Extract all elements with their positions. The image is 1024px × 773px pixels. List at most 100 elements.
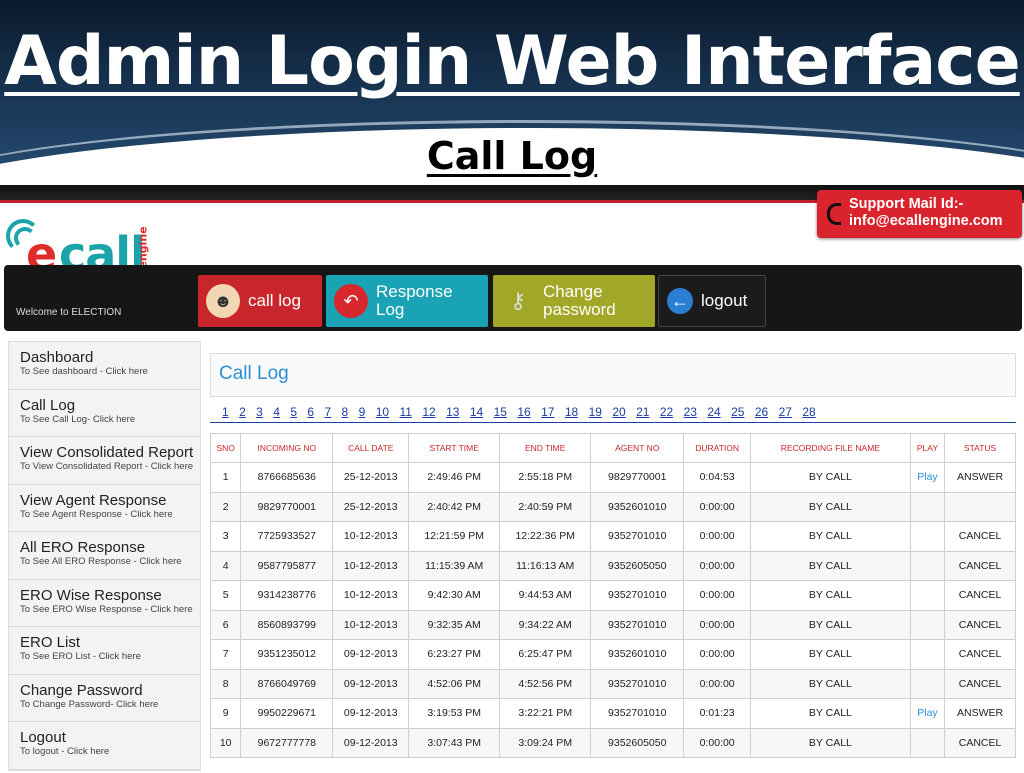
col-call-date-cell: 25-12-2013 — [332, 462, 410, 493]
sidebar-item-subtitle: To Change Password- Click here — [20, 698, 159, 710]
col-end-time-cell: 9:34:22 AM — [499, 609, 592, 640]
col-incoming-no-cell: 9314238776 — [240, 580, 334, 611]
table-row: 10 9672777778 09-12-2013 3:07:43 PM 3:09:24 … — [209, 727, 1016, 758]
col-start-time-cell: 2:49:46 PM — [408, 462, 501, 493]
col-sno-cell: 6 — [209, 609, 242, 640]
support-label: Support Mail Id:- — [849, 196, 964, 212]
logout-button[interactable]: ← logout — [658, 275, 766, 327]
col-end-time-cell: 12:22:36 PM — [499, 521, 592, 552]
col-call-date-cell: 10-12-2013 — [332, 550, 410, 581]
page-link[interactable]: 10 — [376, 405, 389, 422]
col-agent-no-cell: 9352701010 — [590, 580, 685, 611]
col-recording-file-name-cell: BY CALL — [749, 609, 911, 640]
page-link[interactable]: 22 — [660, 405, 673, 422]
page-link[interactable]: 24 — [707, 405, 720, 422]
change-password-button[interactable]: ⚷ Change password — [493, 275, 655, 327]
sidebar-item-call-log[interactable]: Call Log To See Call Log- Click here — [9, 390, 200, 437]
col-status-cell: CANCEL — [944, 668, 1016, 699]
col-call-date-cell: 10-12-2013 — [332, 609, 410, 640]
sidebar-item-dashboard[interactable]: Dashboard To See dashboard - Click here — [9, 342, 200, 390]
call-log-button[interactable]: ☻ call log — [198, 275, 322, 327]
page-link[interactable]: 12 — [422, 405, 435, 422]
call-log-table: SNO INCOMING NO CALL DATE START TIME END TIM… — [209, 433, 1016, 758]
page-link[interactable]: 28 — [802, 405, 815, 422]
col-agent-no-cell: 9352701010 — [590, 609, 685, 640]
sidebar-item-title: View Consolidated Report — [20, 444, 194, 461]
sidebar-item-agent-response[interactable]: View Agent Response To See Agent Respons… — [9, 485, 200, 532]
col-play-cell — [909, 491, 946, 522]
page-link[interactable]: 15 — [494, 405, 507, 422]
page-link[interactable]: 19 — [589, 405, 602, 422]
col-recording-file-name-cell: BY CALL — [749, 550, 911, 581]
col-call-date-cell: 09-12-2013 — [332, 698, 410, 729]
col-duration-cell: 0:00:00 — [683, 727, 751, 758]
col-agent-no-header: AGENT NO — [590, 433, 685, 463]
page-link[interactable]: 11 — [399, 405, 411, 422]
page-link[interactable]: 20 — [612, 405, 625, 422]
sidebar-item-subtitle: To See Agent Response - Click here — [20, 508, 173, 520]
page-link[interactable]: 7 — [324, 405, 331, 422]
logo-engine: engine — [136, 226, 150, 269]
col-sno-header: SNO — [209, 433, 242, 463]
sidebar-item-subtitle: To See ERO Wise Response - Click here — [20, 603, 193, 615]
page-link[interactable]: 13 — [446, 405, 459, 422]
sidebar-item-subtitle: To logout - Click here — [20, 746, 110, 757]
sidebar-item-all-ero-response[interactable]: All ERO Response To See All ERO Response… — [9, 532, 200, 580]
col-start-time-cell: 4:52:06 PM — [408, 668, 501, 699]
col-start-time-cell: 11:15:39 AM — [408, 550, 501, 581]
col-status-cell: ANSWER — [944, 462, 1016, 493]
page-link[interactable]: 3 — [256, 405, 263, 422]
play-link[interactable]: Play — [909, 698, 946, 729]
page-link[interactable]: 6 — [307, 405, 314, 422]
page-link[interactable]: 26 — [755, 405, 768, 422]
col-start-time-cell: 2:40:42 PM — [408, 491, 501, 522]
page-link[interactable]: 17 — [541, 405, 554, 422]
keys-icon: ⚷ — [509, 288, 527, 313]
page-link[interactable]: 1 — [222, 405, 229, 422]
col-start-time-header: START TIME — [408, 433, 501, 463]
page-link[interactable]: 9 — [359, 405, 366, 422]
col-call-date-cell: 25-12-2013 — [332, 491, 410, 522]
slide-title: Admin Login Web Interface — [4, 22, 1020, 101]
panel-title: Call Log — [210, 353, 1016, 397]
col-duration-cell: 0:00:00 — [683, 668, 751, 699]
pagination: 1 2 3 4 5 6 7 8 9 10 11 12 13 14 15 16 17 18 19 20 21 22 23 24 2… — [210, 405, 1016, 423]
page-link[interactable]: 4 — [273, 405, 280, 422]
page-link[interactable]: 18 — [565, 405, 578, 422]
sidebar-item-logout[interactable]: Logout To logout - Click here — [9, 722, 200, 770]
table-header-row: SNO INCOMING NO CALL DATE START TIME END TIM… — [209, 433, 1016, 463]
sidebar-item-title: Change Password — [20, 681, 143, 699]
table-row: 5 9314238776 10-12-2013 9:42:30 AM 9:44:53 A… — [209, 580, 1016, 611]
sidebar-item-ero-wise-response[interactable]: ERO Wise Response To See ERO Wise Respon… — [9, 580, 200, 627]
page-link[interactable]: 14 — [470, 405, 483, 422]
col-sno-cell: 5 — [209, 580, 242, 611]
page-link[interactable]: 5 — [290, 405, 297, 422]
page-link[interactable]: 25 — [731, 405, 744, 422]
change-password-label-line1: Change — [543, 282, 603, 301]
col-start-time-cell: 9:32:35 AM — [408, 609, 501, 640]
col-recording-file-name-cell: BY CALL — [749, 521, 911, 552]
response-log-button[interactable]: ↶ Response Log — [326, 275, 488, 327]
col-play-cell — [909, 609, 946, 640]
page-link[interactable]: 8 — [342, 405, 349, 422]
logout-arrow-icon: ← — [667, 288, 693, 314]
call-log-label: call log — [248, 291, 301, 310]
col-incoming-no-header: INCOMING NO — [240, 433, 334, 463]
sidebar-item-change-password[interactable]: Change Password To Change Password- Clic… — [9, 675, 200, 722]
sidebar-item-consolidated-report[interactable]: View Consolidated Report To View Consoli… — [9, 437, 200, 485]
sidebar-item-ero-list[interactable]: ERO List To See ERO List - Click here — [9, 627, 200, 675]
play-link[interactable]: Play — [909, 462, 946, 493]
col-recording-file-name-header: RECORDING FILE NAME — [749, 433, 911, 463]
response-log-label-line2: Log — [376, 300, 405, 319]
page-link[interactable]: 23 — [684, 405, 697, 422]
page-link[interactable]: 16 — [517, 405, 530, 422]
col-end-time-cell: 2:40:59 PM — [499, 491, 592, 522]
sidebar-item-title: ERO Wise Response — [20, 586, 162, 604]
col-call-date-cell: 10-12-2013 — [332, 521, 410, 552]
page-link[interactable]: 2 — [239, 405, 246, 422]
page-link[interactable]: 27 — [779, 405, 792, 422]
reply-icon: ↶ — [334, 284, 368, 318]
col-call-date-cell: 09-12-2013 — [332, 727, 410, 758]
page-link[interactable]: 21 — [636, 405, 649, 422]
sidebar-menu: Dashboard To See dashboard - Click here … — [8, 341, 201, 771]
